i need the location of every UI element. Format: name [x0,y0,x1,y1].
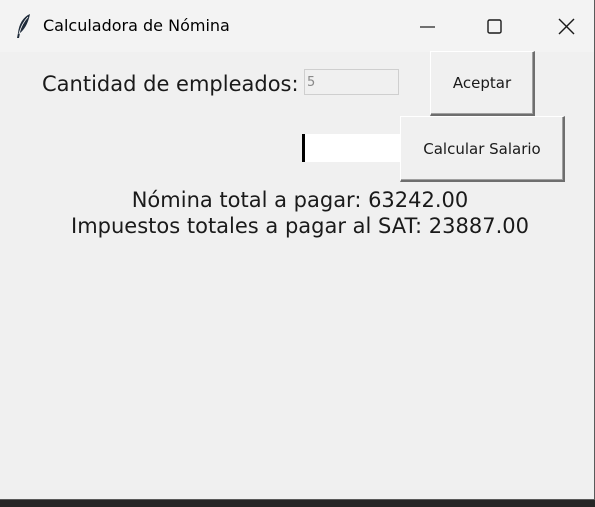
employee-count-label: Cantidad de empleados: [42,72,299,96]
window-title: Calculadora de Nómina [43,16,230,35]
close-button[interactable] [530,0,594,52]
app-window: Calculadora de Nómina Cantidad de emplea… [0,0,595,500]
salary-input[interactable] [302,134,400,162]
feather-icon [15,13,33,39]
title-bar[interactable]: Calculadora de Nómina [0,0,594,52]
minimize-icon [420,26,435,28]
minimize-button[interactable] [393,0,463,52]
employee-count-input[interactable] [304,69,399,95]
maximize-icon [487,19,502,34]
maximize-button[interactable] [460,0,530,52]
close-icon [558,18,575,35]
desktop-background [0,500,595,507]
calculate-salary-button[interactable]: Calcular Salario [400,116,565,182]
accept-button[interactable]: Aceptar [430,51,535,116]
tax-total-text: Impuestos totales a pagar al SAT: 23887.… [71,214,529,238]
payroll-total-text: Nómina total a pagar: 63242.00 [131,188,469,212]
